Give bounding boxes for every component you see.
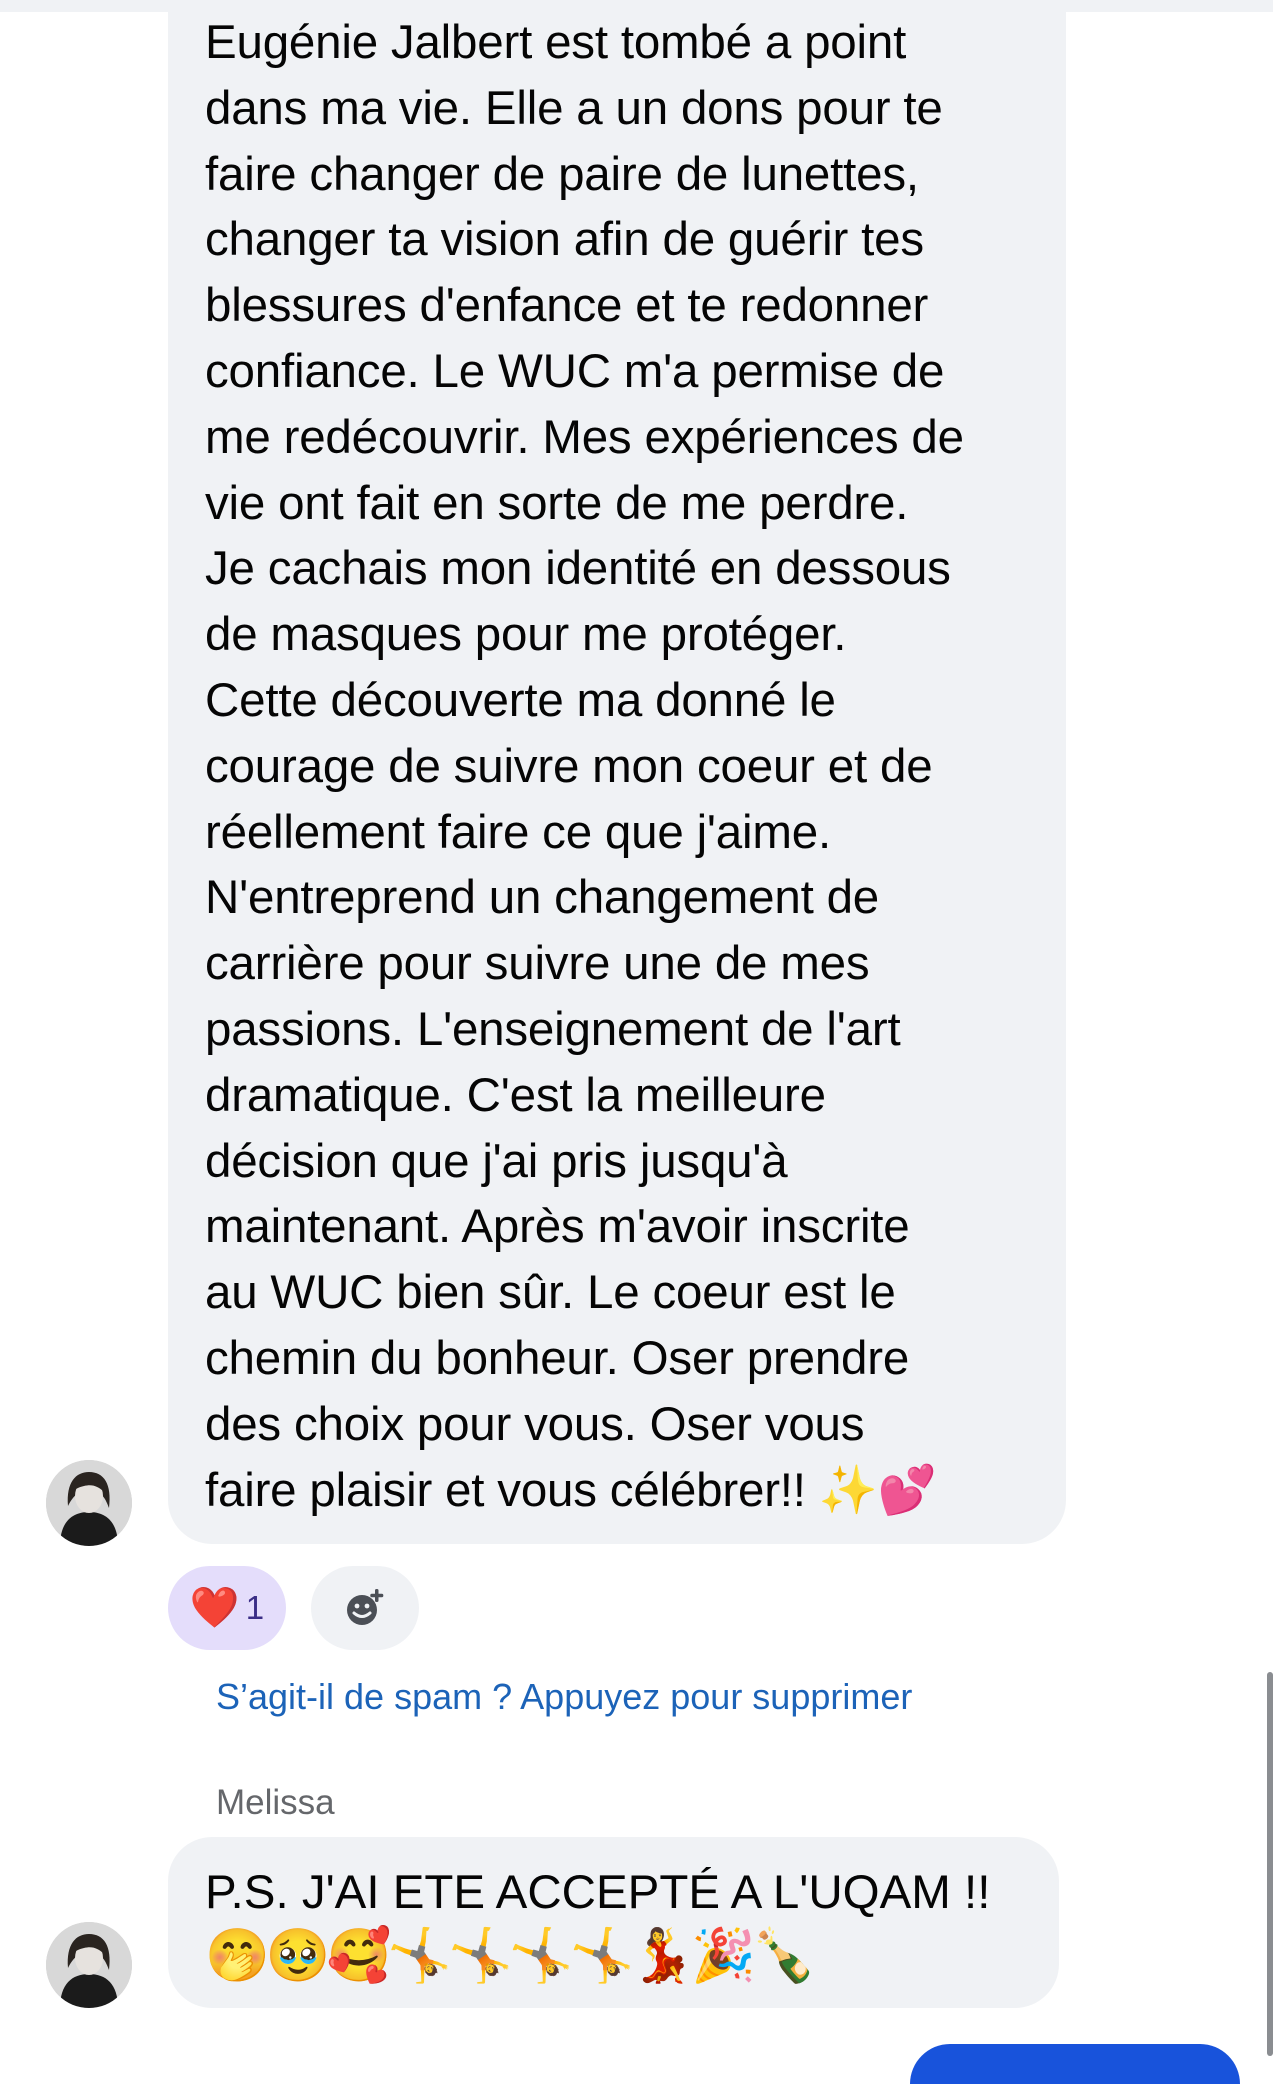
- sender-avatar[interactable]: [46, 1922, 132, 2008]
- reaction-heart-button[interactable]: ❤️ 1: [168, 1566, 286, 1650]
- avatar-photo: [46, 1922, 132, 2008]
- message-text: P.S. J'AI ETE ACCEPTÉ A L'UQAM !!: [205, 1866, 991, 1919]
- message-bubble[interactable]: Eugénie Jalbert est tombé a point dans m…: [168, 0, 1066, 1544]
- message-emojis: 🤭🥹🥰🤸🤸🤸🤸💃🎉🍾: [205, 1926, 816, 1986]
- avatar-photo: [46, 1460, 132, 1546]
- spam-report-link[interactable]: S’agit-il de spam ? Appuyez pour supprim…: [216, 1675, 912, 1719]
- scrollbar[interactable]: [1267, 1672, 1273, 2056]
- message-bubble[interactable]: P.S. J'AI ETE ACCEPTÉ A L'UQAM !! 🤭🥹🥰🤸🤸🤸…: [168, 1837, 1059, 2008]
- composer-edge: [910, 2044, 1240, 2084]
- add-reaction-button[interactable]: [311, 1566, 419, 1650]
- sender-name: Melissa: [216, 1783, 335, 1822]
- sender-avatar[interactable]: [46, 1460, 132, 1546]
- reaction-count: 1: [245, 1589, 265, 1626]
- add-reaction-icon: [347, 1589, 384, 1625]
- message-text: Eugénie Jalbert est tombé a point dans m…: [205, 16, 964, 1517]
- heart-icon: ❤️: [189, 1585, 240, 1631]
